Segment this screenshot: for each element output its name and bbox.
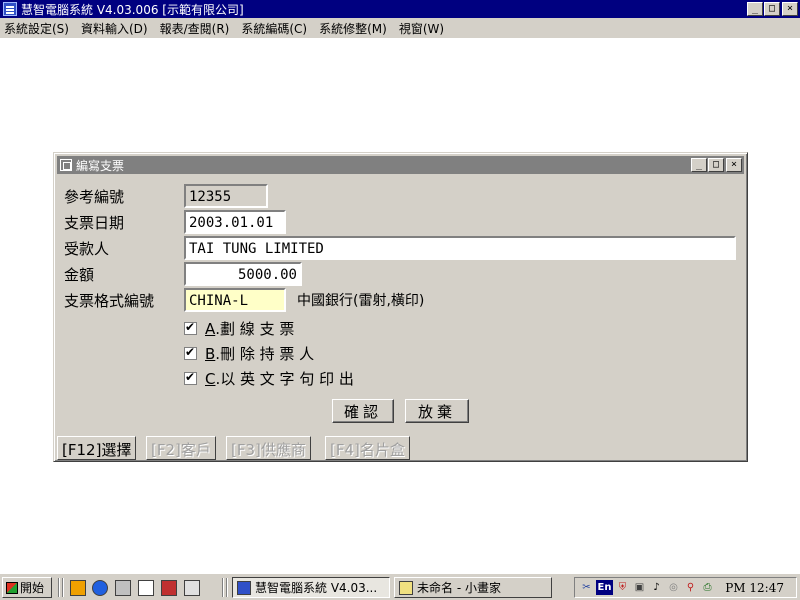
write-cheque-dialog: 編寫支票 _ □ × 參考編號 12355 支票日期 2003.01.01 受款… <box>53 152 748 462</box>
taskbar-separator <box>58 578 60 597</box>
task-button-hwc-system[interactable]: 慧智電腦系統 V4.03... <box>232 577 390 598</box>
task-button-paint[interactable]: 未命名 - 小畫家 <box>394 577 552 598</box>
checkbox-print-english[interactable] <box>184 370 197 385</box>
dialog-icon <box>60 159 72 171</box>
payee-label: 受款人 <box>64 240 110 258</box>
clock: PM 12:47 <box>725 581 784 595</box>
menu-bar: 系統設定(S) 資料輸入(D) 報表/查閱(R) 系統編碼(C) 系統修整(M)… <box>0 18 800 38</box>
option-crossed-cheque[interactable]: A .劃 線 支 票 <box>184 318 294 339</box>
f3-supplier-button[interactable]: [F3]供應商 <box>226 436 311 460</box>
ref-no-field: 12355 <box>184 184 268 208</box>
app-minimize-button[interactable]: _ <box>747 2 763 16</box>
amount-field[interactable]: 5000.00 <box>184 262 302 286</box>
f4-card-box-button[interactable]: [F4]名片盒 <box>325 436 410 460</box>
search-icon[interactable]: ⚲ <box>683 580 698 595</box>
dialog-title: 編寫支票 <box>76 158 125 173</box>
option-a-letter: A <box>205 319 216 338</box>
ref-no-label: 參考編號 <box>64 188 125 206</box>
taskbar: 開始 慧智電腦系統 V4.03... 未命名 - 小畫家 ✂ En ⛨ ▣ ♪ … <box>0 573 800 600</box>
app-icon <box>237 580 251 595</box>
f12-select-button[interactable]: [F12]選擇 <box>57 436 137 460</box>
option-delete-bearer[interactable]: B .刪 除 持 票 人 <box>184 343 314 364</box>
date-field[interactable]: 2003.01.01 <box>184 210 286 234</box>
date-label: 支票日期 <box>64 214 125 232</box>
option-c-letter: C <box>205 369 216 388</box>
language-indicator[interactable]: En <box>596 580 613 595</box>
menu-system-settings[interactable]: 系統設定(S) <box>4 20 69 37</box>
notepad-icon[interactable] <box>138 580 154 596</box>
start-label: 開始 <box>20 581 45 595</box>
app-maximize-button[interactable]: □ <box>764 2 780 16</box>
app-title: 慧智電腦系統 V4.03.006 [示範有限公司] <box>21 2 244 17</box>
checkbox-delete-bearer[interactable] <box>184 345 197 360</box>
checkbox-crossed-cheque[interactable] <box>184 320 197 335</box>
volume-icon[interactable]: ♪ <box>649 580 664 595</box>
option-b-label: .刪 除 持 票 人 <box>215 345 315 363</box>
show-desktop-icon[interactable] <box>184 580 200 596</box>
app-window-controls: _ □ × <box>746 2 798 16</box>
option-a-label: .劃 線 支 票 <box>215 320 295 338</box>
start-button[interactable]: 開始 <box>2 577 52 598</box>
paint-icon[interactable] <box>161 580 177 596</box>
paint-icon <box>399 580 413 595</box>
option-print-english[interactable]: C .以 英 文 字 句 印 出 <box>184 368 354 389</box>
menu-data-input[interactable]: 資料輸入(D) <box>81 20 148 37</box>
option-c-label: .以 英 文 字 句 印 出 <box>215 370 354 388</box>
network-icon[interactable] <box>115 580 131 596</box>
taskbar-separator <box>62 578 64 597</box>
f2-customer-button[interactable]: [F2]客戶 <box>146 436 216 460</box>
cheque-format-field[interactable]: CHINA-L <box>184 288 286 312</box>
task-label: 未命名 - 小畫家 <box>417 581 501 595</box>
task-label: 慧智電腦系統 V4.03... <box>255 581 378 595</box>
dialog-minimize-button[interactable]: _ <box>691 158 707 172</box>
ime-tools-icon[interactable]: ✂ <box>579 580 594 595</box>
shield-icon[interactable]: ⛨ <box>615 580 630 595</box>
app-icon <box>3 2 17 16</box>
dialog-window-controls: _ □ × <box>690 158 742 172</box>
menu-system-codes[interactable]: 系統編碼(C) <box>241 20 307 37</box>
dialog-close-button[interactable]: × <box>726 158 742 172</box>
cancel-button[interactable]: 放棄 <box>405 399 469 423</box>
monitor-icon[interactable]: ▣ <box>632 580 647 595</box>
option-b-letter: B <box>205 344 216 363</box>
menu-reports[interactable]: 報表/查閱(R) <box>160 20 230 37</box>
printer-icon[interactable]: ⎙ <box>700 580 715 595</box>
menu-system-maintenance[interactable]: 系統修整(M) <box>319 20 387 37</box>
payee-field[interactable]: TAI TUNG LIMITED <box>184 236 736 260</box>
taskbar-separator <box>226 578 228 597</box>
media-player-icon[interactable] <box>70 580 86 596</box>
cheque-format-label: 支票格式編號 <box>64 292 155 310</box>
menu-window[interactable]: 視窗(W) <box>399 20 444 37</box>
app-titlebar[interactable]: 慧智電腦系統 V4.03.006 [示範有限公司] _ □ × <box>0 0 800 18</box>
cheque-format-description: 中國銀行(雷射,橫印) <box>297 293 425 309</box>
confirm-button[interactable]: 確認 <box>332 399 394 423</box>
taskbar-separator <box>222 578 224 597</box>
system-tray: ✂ En ⛨ ▣ ♪ ◎ ⚲ ⎙ PM 12:47 <box>574 577 797 598</box>
internet-explorer-icon[interactable] <box>92 580 108 596</box>
windows-logo-icon <box>6 581 18 594</box>
dialog-titlebar[interactable]: 編寫支票 _ □ × <box>57 156 744 174</box>
dialog-maximize-button[interactable]: □ <box>708 158 724 172</box>
amount-label: 金額 <box>64 266 95 284</box>
app-close-button[interactable]: × <box>782 2 798 16</box>
network-status-icon[interactable]: ◎ <box>666 580 681 595</box>
